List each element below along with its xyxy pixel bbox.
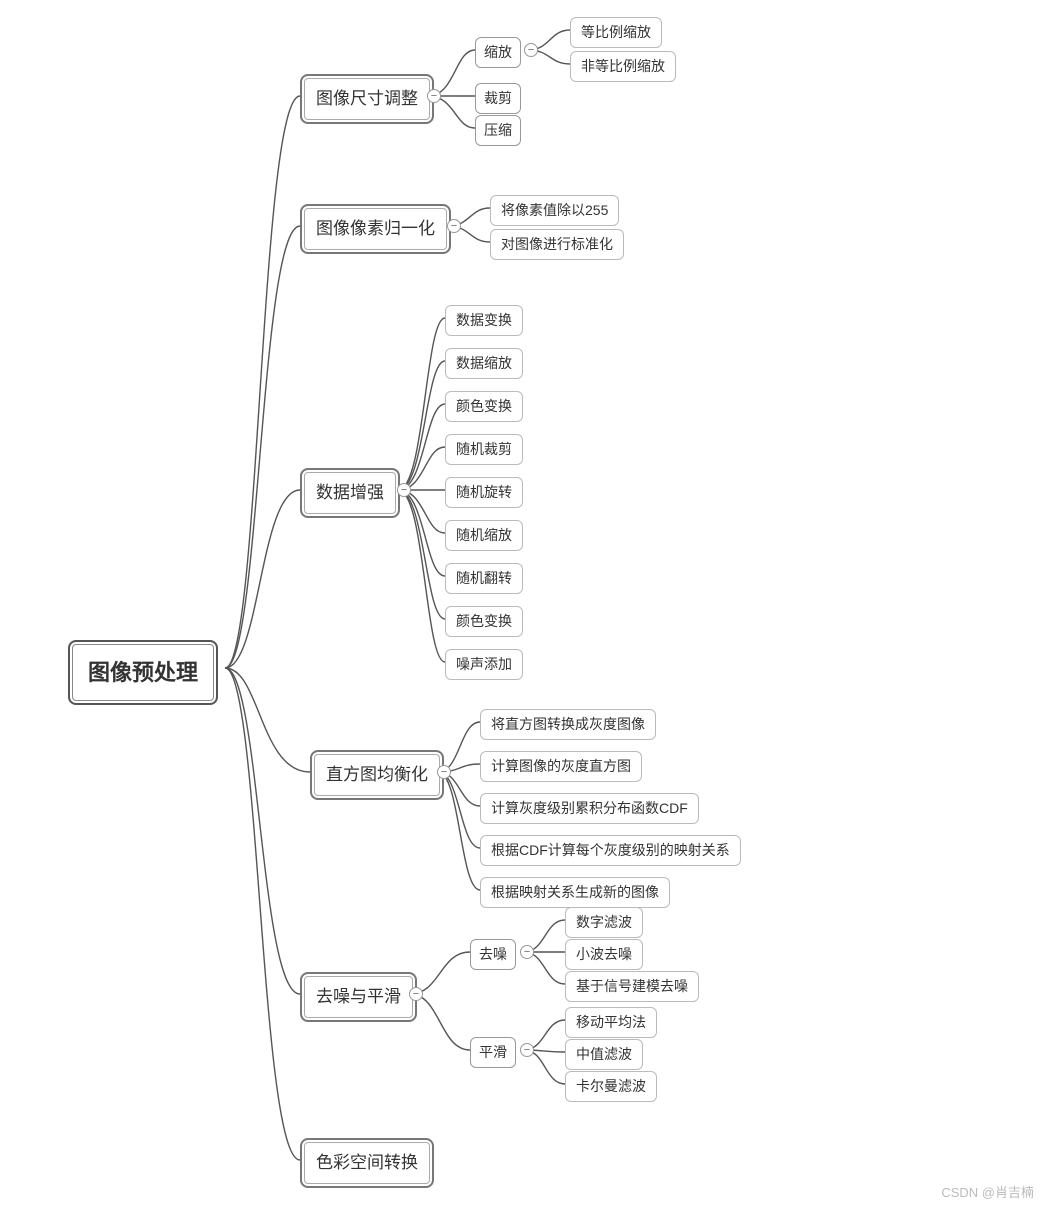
leaf-node[interactable]: 随机裁剪 bbox=[445, 434, 523, 465]
node-scale[interactable]: 缩放 bbox=[475, 37, 521, 68]
root-node[interactable]: 图像预处理 bbox=[68, 640, 218, 705]
collapse-icon[interactable]: − bbox=[520, 945, 534, 959]
collapse-icon[interactable]: − bbox=[524, 43, 538, 57]
leaf-node[interactable]: 数据缩放 bbox=[445, 348, 523, 379]
leaf-node[interactable]: 颜色变换 bbox=[445, 606, 523, 637]
collapse-icon[interactable]: − bbox=[427, 89, 441, 103]
leaf-node[interactable]: 将直方图转换成灰度图像 bbox=[480, 709, 656, 740]
branch-image-resize[interactable]: 图像尺寸调整 bbox=[300, 74, 434, 124]
leaf-node[interactable]: 根据映射关系生成新的图像 bbox=[480, 877, 670, 908]
node-denoise[interactable]: 去噪 bbox=[470, 939, 516, 970]
leaf-node[interactable]: 计算图像的灰度直方图 bbox=[480, 751, 642, 782]
leaf-node[interactable]: 移动平均法 bbox=[565, 1007, 657, 1038]
leaf-node[interactable]: 噪声添加 bbox=[445, 649, 523, 680]
leaf-node[interactable]: 颜色变换 bbox=[445, 391, 523, 422]
branch-denoise-smooth[interactable]: 去噪与平滑 bbox=[300, 972, 417, 1022]
leaf-node[interactable]: 根据CDF计算每个灰度级别的映射关系 bbox=[480, 835, 741, 866]
collapse-icon[interactable]: − bbox=[520, 1043, 534, 1057]
leaf-node[interactable]: 等比例缩放 bbox=[570, 17, 662, 48]
branch-colorspace[interactable]: 色彩空间转换 bbox=[300, 1138, 434, 1188]
leaf-node[interactable]: 随机翻转 bbox=[445, 563, 523, 594]
leaf-node[interactable]: 对图像进行标准化 bbox=[490, 229, 624, 260]
branch-data-augment[interactable]: 数据增强 bbox=[300, 468, 400, 518]
leaf-node[interactable]: 小波去噪 bbox=[565, 939, 643, 970]
collapse-icon[interactable]: − bbox=[447, 219, 461, 233]
branch-pixel-normalize[interactable]: 图像像素归一化 bbox=[300, 204, 451, 254]
leaf-node[interactable]: 裁剪 bbox=[475, 83, 521, 114]
branch-histogram-eq[interactable]: 直方图均衡化 bbox=[310, 750, 444, 800]
collapse-icon[interactable]: − bbox=[397, 483, 411, 497]
leaf-node[interactable]: 非等比例缩放 bbox=[570, 51, 676, 82]
leaf-node[interactable]: 压缩 bbox=[475, 115, 521, 146]
collapse-icon[interactable]: − bbox=[409, 987, 423, 1001]
leaf-node[interactable]: 数据变换 bbox=[445, 305, 523, 336]
leaf-node[interactable]: 随机缩放 bbox=[445, 520, 523, 551]
collapse-icon[interactable]: − bbox=[437, 765, 451, 779]
leaf-node[interactable]: 数字滤波 bbox=[565, 907, 643, 938]
leaf-node[interactable]: 将像素值除以255 bbox=[490, 195, 619, 226]
leaf-node[interactable]: 中值滤波 bbox=[565, 1039, 643, 1070]
leaf-node[interactable]: 随机旋转 bbox=[445, 477, 523, 508]
leaf-node[interactable]: 计算灰度级别累积分布函数CDF bbox=[480, 793, 699, 824]
watermark: CSDN @肖吉楠 bbox=[941, 1182, 1034, 1201]
leaf-node[interactable]: 基于信号建模去噪 bbox=[565, 971, 699, 1002]
node-smooth[interactable]: 平滑 bbox=[470, 1037, 516, 1068]
root-label: 图像预处理 bbox=[88, 660, 198, 685]
leaf-node[interactable]: 卡尔曼滤波 bbox=[565, 1071, 657, 1102]
connector-layer bbox=[0, 0, 1052, 1215]
